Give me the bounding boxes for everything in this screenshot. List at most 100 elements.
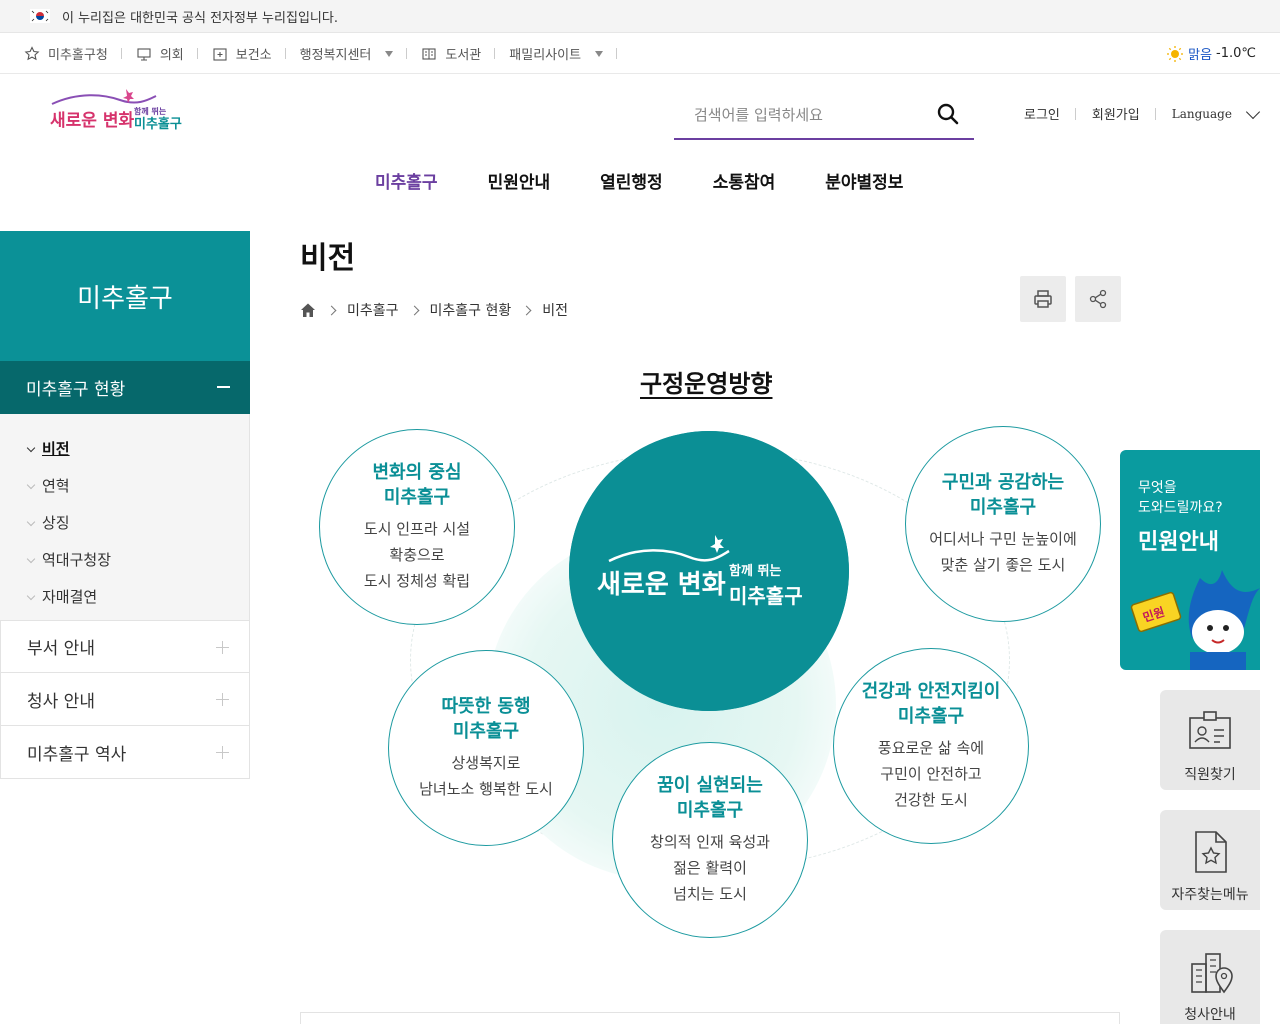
sidebar-title: 미추홀구 bbox=[0, 231, 250, 361]
hospital-icon bbox=[213, 47, 227, 61]
node-desc: 창의적 인재 육성과 젊은 활력이 넘치는 도시 bbox=[650, 833, 770, 903]
minwon-banner[interactable]: 무엇을 도와드릴까요? 민원안내 민원 bbox=[1120, 450, 1260, 670]
minus-icon bbox=[217, 386, 230, 388]
printer-icon bbox=[1034, 290, 1052, 308]
util-link-library[interactable]: 도서관 bbox=[421, 44, 496, 63]
node-title: 건강과 안전지킴이 미추홀구 bbox=[861, 681, 1001, 727]
gov-banner: 이 누리집은 대한민국 공식 전자정부 누리집입니다. bbox=[0, 0, 1280, 33]
quick-label: 청사안내 bbox=[1184, 1007, 1236, 1023]
node-desc: 상생복지로 남녀노소 행복한 도시 bbox=[419, 754, 553, 798]
sidebar-item-sister-city[interactable]: 자매결연 bbox=[0, 578, 249, 615]
site-logo[interactable]: 새로운 변화 함께 뛰는 미추홀구 bbox=[48, 86, 198, 138]
plus-icon bbox=[216, 746, 229, 759]
center-text-gu: 미추홀구 bbox=[729, 584, 803, 608]
section-title: 구정운영방향 bbox=[640, 370, 773, 398]
sidebar-item-symbol[interactable]: 상징 bbox=[0, 504, 249, 541]
breadcrumb-item[interactable]: 미추홀구 현황 bbox=[430, 300, 512, 320]
sidebar-item-vision[interactable]: 비전 bbox=[0, 430, 249, 467]
center-text-main: 새로운 변화 bbox=[597, 570, 726, 600]
util-link-admin-center[interactable]: 행정복지센터 bbox=[300, 44, 408, 63]
signup-link[interactable]: 회원가입 bbox=[1076, 104, 1156, 123]
breadcrumb-item[interactable]: 미추홀구 bbox=[347, 300, 399, 320]
print-button[interactable] bbox=[1020, 276, 1066, 322]
sidebar-sub-list: 비전 연혁 상징 역대구청장 자매결연 bbox=[0, 414, 250, 620]
chevron-right-icon bbox=[521, 305, 532, 315]
node-desc: 어디서나 구민 눈높이에 맞춘 살기 좋은 도시 bbox=[929, 530, 1077, 574]
caret-down-icon bbox=[595, 50, 604, 57]
vision-node-change: 변화의 중심 미추홀구 도시 인프라 시설 확충으로 도시 정체성 확립 bbox=[319, 429, 515, 625]
main-nav: 미추홀구 민원안내 열린행정 소통참여 분야별정보 bbox=[350, 168, 928, 193]
breadcrumb: 미추홀구 미추홀구 현황 비전 bbox=[300, 300, 568, 320]
nav-item-participation[interactable]: 소통참여 bbox=[688, 168, 801, 193]
vision-node-safety: 건강과 안전지킴이 미추홀구 풍요로운 삶 속에 구민이 안전하고 건강한 도시 bbox=[833, 648, 1029, 844]
sidebar-item-gu-history[interactable]: 미추홀구 역사 bbox=[0, 726, 250, 779]
search-input[interactable] bbox=[674, 95, 924, 135]
util-link-gucheong[interactable]: 미추홀구청 bbox=[24, 44, 122, 63]
node-desc: 풍요로운 삶 속에 구민이 안전하고 건강한 도시 bbox=[877, 739, 985, 809]
language-label: Language bbox=[1171, 106, 1232, 121]
minwon-title: 민원안내 bbox=[1138, 530, 1219, 555]
sidebar-item-office-guide[interactable]: 청사 안내 bbox=[0, 673, 250, 726]
util-link-health-center[interactable]: 보건소 bbox=[212, 44, 286, 63]
caret-down-icon bbox=[385, 50, 394, 57]
weather-temp: -1.0℃ bbox=[1216, 46, 1256, 61]
mascot-icon: 민원 bbox=[1130, 570, 1260, 670]
plus-icon bbox=[216, 693, 229, 706]
minwon-question: 무엇을 도와드릴까요? bbox=[1138, 480, 1223, 516]
sidebar-item-mayors[interactable]: 역대구청장 bbox=[0, 541, 249, 578]
weather-status: 맑음 bbox=[1188, 48, 1213, 63]
node-title: 따뜻한 동행 미추홀구 bbox=[441, 696, 531, 742]
search-box bbox=[674, 92, 974, 140]
weather-widget: 맑음 -1.0℃ bbox=[1166, 44, 1256, 63]
gov-banner-text: 이 누리집은 대한민국 공식 전자정부 누리집입니다. bbox=[62, 10, 338, 26]
vision-node-welfare: 따뜻한 동행 미추홀구 상생복지로 남녀노소 행복한 도시 bbox=[388, 650, 584, 846]
share-icon bbox=[1089, 289, 1107, 309]
vision-node-empathy: 구민과 공감하는 미추홀구 어디서나 구민 눈높이에 맞춘 살기 좋은 도시 bbox=[905, 426, 1101, 622]
sidebar-group-label: 미추홀구 현황 bbox=[26, 380, 126, 400]
vision-node-dream: 꿈이 실현되는 미추홀구 창의적 인재 육성과 젊은 활력이 넘치는 도시 bbox=[612, 742, 808, 938]
quick-favorite-menu[interactable]: 자주찾는메뉴 bbox=[1160, 810, 1260, 910]
util-link-family-site[interactable]: 패밀리사이트 bbox=[509, 44, 617, 63]
sun-icon bbox=[1167, 45, 1184, 62]
search-icon[interactable] bbox=[936, 102, 960, 126]
sidebar-item-history[interactable]: 연혁 bbox=[0, 467, 249, 504]
center-slogan-circle: 새로운 변화 함께 뛰는 미추홀구 bbox=[569, 431, 849, 711]
home-icon[interactable] bbox=[300, 302, 316, 318]
chevron-right-icon bbox=[409, 305, 419, 315]
language-select[interactable]: Language bbox=[1156, 104, 1274, 121]
nav-item-open-admin[interactable]: 열린행정 bbox=[575, 168, 688, 193]
auth-links: 로그인 회원가입 Language bbox=[1024, 104, 1274, 123]
quick-office-guide[interactable]: 청사안내 bbox=[1160, 930, 1260, 1024]
nav-item-field-info[interactable]: 분야별정보 bbox=[800, 168, 928, 193]
util-link-council[interactable]: 의회 bbox=[136, 44, 198, 63]
podium-icon bbox=[137, 47, 151, 61]
center-text-sub: 함께 뛰는 bbox=[729, 563, 781, 579]
utility-bar: 미추홀구청 의회 보건소 행정복지센터 도서관 패밀리사이트 맑음 -1.0℃ bbox=[0, 34, 1280, 74]
content-bottom-box bbox=[300, 1012, 1120, 1024]
sidebar-group-status[interactable]: 미추홀구 현황 bbox=[0, 361, 250, 414]
logo-text-gu: 미추홀구 bbox=[134, 116, 182, 132]
plus-icon bbox=[216, 641, 229, 654]
login-link[interactable]: 로그인 bbox=[1024, 104, 1076, 123]
star-icon bbox=[24, 45, 40, 60]
share-button[interactable] bbox=[1075, 276, 1121, 322]
vision-diagram: 새로운 변화 함께 뛰는 미추홀구 변화의 중심 미추홀구 도시 인프라 시설 확충… bbox=[300, 420, 1120, 950]
quick-label: 직원찾기 bbox=[1184, 767, 1236, 783]
page-title: 비전 bbox=[300, 241, 356, 276]
chevron-right-icon bbox=[326, 305, 337, 315]
id-card-icon bbox=[1189, 711, 1231, 749]
korea-flag-icon bbox=[30, 9, 50, 23]
node-desc: 도시 인프라 시설 확충으로 도시 정체성 확립 bbox=[363, 520, 471, 590]
book-icon bbox=[422, 47, 436, 60]
nav-item-minwon[interactable]: 민원안내 bbox=[463, 168, 576, 193]
logo-text-sub: 함께 뛰는 bbox=[134, 106, 167, 116]
nav-item-michuhol[interactable]: 미추홀구 bbox=[350, 168, 463, 193]
chevron-down-icon bbox=[1245, 104, 1261, 119]
sidebar-item-departments[interactable]: 부서 안내 bbox=[0, 620, 250, 673]
quick-staff-search[interactable]: 직원찾기 bbox=[1160, 690, 1260, 790]
building-location-icon bbox=[1191, 953, 1233, 994]
quick-label: 자주찾는메뉴 bbox=[1171, 887, 1249, 903]
node-title: 구민과 공감하는 미추홀구 bbox=[941, 472, 1065, 518]
node-title: 변화의 중심 미추홀구 bbox=[372, 462, 462, 508]
star-document-icon bbox=[1195, 831, 1227, 873]
